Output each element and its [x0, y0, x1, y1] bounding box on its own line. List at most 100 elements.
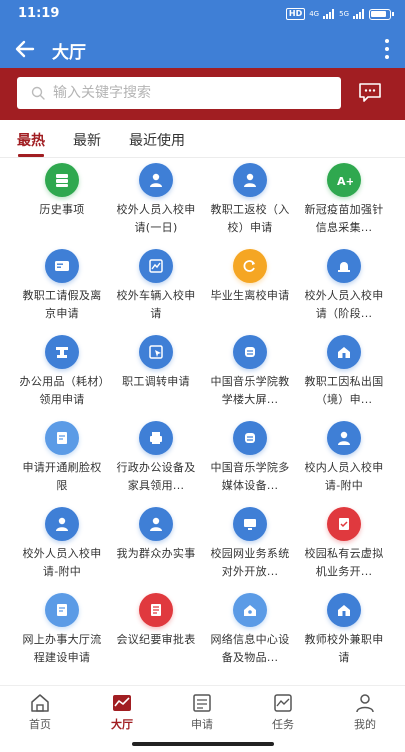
service-tile[interactable]: A+ 新冠疫苗加强针信息采集...	[297, 161, 391, 247]
form-icon	[193, 694, 211, 712]
service-tile-label: 历史事项	[39, 203, 85, 216]
service-tile[interactable]: 历史事项	[15, 161, 109, 247]
person-icon	[233, 163, 267, 197]
service-tile[interactable]: 我为群众办实事	[109, 505, 203, 591]
service-tile-label: 申请开通刷脸权限	[22, 461, 102, 492]
service-tile[interactable]: 校外车辆入校申请	[109, 247, 203, 333]
service-tile-label: 教职工请假及离京申请	[22, 289, 102, 320]
service-tile-label: 校外人员入校申请-附中	[22, 547, 102, 578]
arrow-left-icon	[15, 40, 35, 58]
id-card-icon	[45, 249, 79, 283]
service-grid: 历史事项 校外人员入校申请(一日) 教职工返校（入校）申请 A+ 新冠疫苗加强针信息采集…	[0, 161, 405, 677]
home-outline-icon	[31, 694, 49, 712]
nav-apply[interactable]: 申请	[172, 692, 232, 736]
service-tile[interactable]: 教职工请假及离京申请	[15, 247, 109, 333]
service-tile-label: 会议纪要审批表	[116, 633, 196, 646]
service-tile[interactable]: 办公用品（耗材）领用申请	[15, 333, 109, 419]
swap-icon	[233, 335, 267, 369]
service-tile[interactable]: 教职工因私出国（境）申...	[297, 333, 391, 419]
service-tile[interactable]: 校内人员入校申请-附中	[297, 419, 391, 505]
service-tile-label: 我为群众办实事	[116, 547, 196, 560]
home-icon	[327, 593, 361, 627]
service-tile[interactable]: 校外人员入校申请-附中	[15, 505, 109, 591]
service-tile-label: 校外人员入校申请（阶段...	[304, 289, 384, 320]
doc-check-icon	[327, 507, 361, 541]
stamp-icon	[45, 335, 79, 369]
service-tile-label: 教职工返校（入校）申请	[210, 203, 290, 234]
service-tile-label: 行政办公设备及家具领用...	[116, 461, 196, 492]
chart-icon	[139, 249, 173, 283]
search-input[interactable]	[53, 77, 333, 109]
network-5g: 5G	[339, 10, 349, 18]
service-tile[interactable]: 毕业生离校申请	[203, 247, 297, 333]
app-bar: 大厅	[0, 30, 405, 68]
service-tile-label: 校园私有云虚拟机业务开...	[304, 547, 384, 578]
service-tile-label: 中国音乐学院多媒体设备...	[210, 461, 290, 492]
printer-icon	[139, 421, 173, 455]
house-heart-icon	[233, 593, 267, 627]
service-tile-label: 校园网业务系统对外开放...	[210, 547, 290, 578]
nav-tasks[interactable]: 任务	[253, 692, 313, 736]
home-icon	[327, 335, 361, 369]
service-tile-label: 网络信息中心设备及物品...	[210, 633, 290, 664]
service-tile-label: 教师校外兼职申请	[304, 633, 384, 664]
service-tile[interactable]: 教职工返校（入校）申请	[203, 161, 297, 247]
monitor-icon	[233, 507, 267, 541]
service-tile[interactable]: 网上办事大厅流程建设申请	[15, 591, 109, 677]
nav-tasks-label: 任务	[272, 718, 294, 731]
search-bar	[0, 68, 405, 120]
status-indicators: HD 4G 5G	[285, 8, 394, 20]
user-icon	[356, 694, 374, 713]
service-tile[interactable]: 申请开通刷脸权限	[15, 419, 109, 505]
nav-apply-label: 申请	[191, 718, 213, 731]
service-tile-label: 校外人员入校申请(一日)	[116, 203, 196, 234]
service-tile-label: 毕业生离校申请	[210, 289, 290, 302]
search-box[interactable]	[17, 77, 341, 109]
service-tile-label: 新冠疫苗加强针信息采集...	[304, 203, 384, 234]
status-time: 11:19	[18, 6, 60, 21]
service-tile[interactable]: 校外人员入校申请(一日)	[109, 161, 203, 247]
tab-recent[interactable]: 最近使用	[129, 130, 185, 150]
siren-icon	[327, 249, 361, 283]
service-tile[interactable]: 教师校外兼职申请	[297, 591, 391, 677]
nav-mine-label: 我的	[354, 718, 376, 731]
back-button[interactable]	[12, 36, 38, 62]
more-button[interactable]	[383, 39, 391, 59]
person-icon	[139, 507, 173, 541]
service-tile[interactable]: 网络信息中心设备及物品...	[203, 591, 297, 677]
nav-hall-label: 大厅	[111, 718, 133, 731]
service-tile-label: 校内人员入校申请-附中	[304, 461, 384, 492]
tab-latest[interactable]: 最新	[73, 130, 101, 150]
search-icon	[31, 86, 45, 100]
home-indicator	[132, 742, 274, 746]
signal-icon	[323, 9, 335, 19]
service-tile[interactable]: 职工调转申请	[109, 333, 203, 419]
person-icon	[45, 507, 79, 541]
edit-doc-icon	[45, 593, 79, 627]
service-tile[interactable]: 校园网业务系统对外开放...	[203, 505, 297, 591]
swap-icon	[233, 421, 267, 455]
tab-bar: 最热 最新 最近使用	[0, 120, 405, 158]
page-title: 大厅	[52, 43, 86, 63]
service-tile[interactable]: 行政办公设备及家具领用...	[109, 419, 203, 505]
service-tile-label: 职工调转申请	[122, 375, 190, 388]
service-tile[interactable]: 中国音乐学院多媒体设备...	[203, 419, 297, 505]
person-icon	[327, 421, 361, 455]
person-icon	[139, 163, 173, 197]
service-tile-label: 办公用品（耗材）领用申请	[19, 375, 105, 406]
message-button[interactable]	[356, 82, 384, 104]
nav-home-label: 首页	[29, 718, 51, 731]
service-tile[interactable]: 校外人员入校申请（阶段...	[297, 247, 391, 333]
service-grid-scroll[interactable]: 历史事项 校外人员入校申请(一日) 教职工返校（入校）申请 A+ 新冠疫苗加强针信息采集…	[0, 158, 405, 685]
service-tile[interactable]: 中国音乐学院教学楼大屏...	[203, 333, 297, 419]
hd-badge: HD	[285, 8, 306, 20]
service-tile-label: 网上办事大厅流程建设申请	[22, 633, 102, 664]
service-tile[interactable]: 会议纪要审批表	[109, 591, 203, 677]
nav-mine[interactable]: 我的	[335, 692, 395, 736]
nav-hall[interactable]: 大厅	[92, 692, 152, 736]
server-icon	[45, 163, 79, 197]
nav-home[interactable]: 首页	[10, 692, 70, 736]
service-tile[interactable]: 校园私有云虚拟机业务开...	[297, 505, 391, 591]
tab-hot[interactable]: 最热	[17, 130, 45, 150]
battery-icon	[369, 8, 394, 20]
